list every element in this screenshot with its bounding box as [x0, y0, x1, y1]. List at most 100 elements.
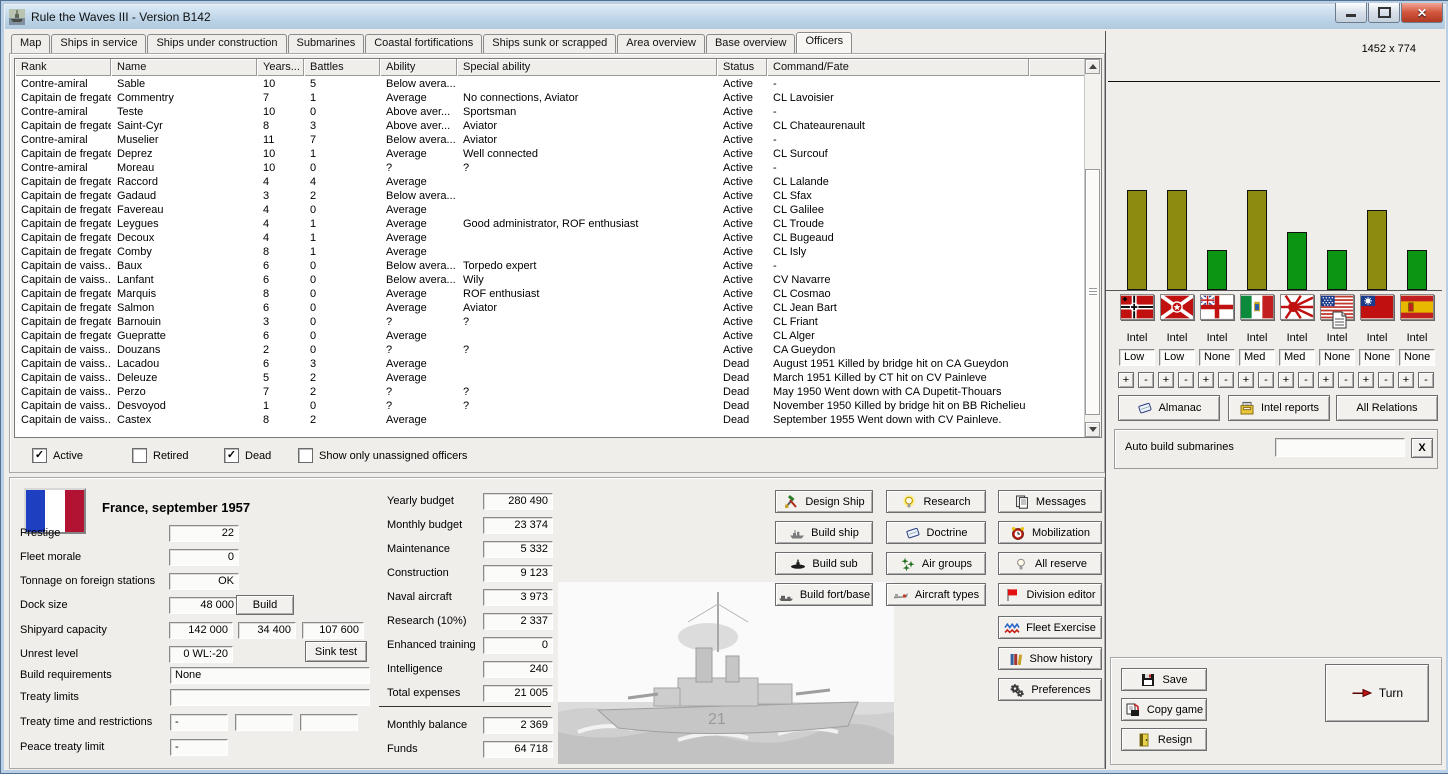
- tab-officers[interactable]: Officers: [796, 32, 852, 55]
- column-header-3[interactable]: Battles: [304, 59, 380, 76]
- table-row[interactable]: Capitain de fregateLeygues41AverageGood …: [15, 217, 1085, 231]
- all-relations-button[interactable]: All Relations: [1336, 395, 1438, 421]
- tab-coastal-fortifications[interactable]: Coastal fortifications: [365, 34, 482, 54]
- italy-flag-icon[interactable]: [1240, 294, 1274, 320]
- design-ship-button[interactable]: Design Ship: [775, 490, 873, 513]
- build-fort-base-button[interactable]: Build fort/base: [775, 583, 873, 606]
- table-row[interactable]: Capitain de fregateGuepratte60AverageAct…: [15, 329, 1085, 343]
- table-row[interactable]: Contre-amiralMuselier117Below avera...Av…: [15, 133, 1085, 147]
- build-ship-button[interactable]: Build ship: [775, 521, 873, 544]
- intel-decrease-button[interactable]: -: [1418, 372, 1434, 388]
- table-row[interactable]: Capitain de fregateDeprez101AverageWell …: [15, 147, 1085, 161]
- table-row[interactable]: Capitain de fregateDecoux41AverageActive…: [15, 231, 1085, 245]
- column-header-5[interactable]: Special ability: [457, 59, 717, 76]
- tab-ships-under-construction[interactable]: Ships under construction: [147, 34, 286, 54]
- intel-decrease-button[interactable]: -: [1138, 372, 1154, 388]
- research-button[interactable]: Research: [886, 490, 986, 513]
- maximize-button[interactable]: [1368, 3, 1400, 23]
- checkbox-checked[interactable]: ✓: [32, 448, 47, 463]
- checkbox-unchecked[interactable]: [298, 448, 313, 463]
- air-groups-button[interactable]: Air groups: [886, 552, 986, 575]
- table-row[interactable]: Capitain de fregateSaint-Cyr83Above aver…: [15, 119, 1085, 133]
- intel-increase-button[interactable]: +: [1398, 372, 1414, 388]
- table-row[interactable]: Capitain de vaiss...Desvoyod10??DeadNove…: [15, 399, 1085, 413]
- table-row[interactable]: Capitain de fregateMarquis80AverageROF e…: [15, 287, 1085, 301]
- table-row[interactable]: Capitain de vaiss...Perzo72??DeadMay 195…: [15, 385, 1085, 399]
- scroll-down-button[interactable]: [1085, 422, 1100, 437]
- division-editor-button[interactable]: Division editor: [998, 583, 1102, 606]
- intel-increase-button[interactable]: +: [1278, 372, 1294, 388]
- table-row[interactable]: Capitain de vaiss...Lanfant60Below avera…: [15, 273, 1085, 287]
- turn-button[interactable]: Turn: [1325, 664, 1429, 722]
- column-header-0[interactable]: Rank: [15, 59, 111, 76]
- intel-increase-button[interactable]: +: [1118, 372, 1134, 388]
- china-flag-icon[interactable]: [1360, 294, 1394, 320]
- uk-flag-icon[interactable]: [1200, 294, 1234, 320]
- build-dock-button[interactable]: Build: [236, 595, 294, 615]
- russia-flag-icon[interactable]: [1160, 294, 1194, 320]
- table-row[interactable]: Capitain de fregateCommentry71AverageNo …: [15, 91, 1085, 105]
- auto-build-input[interactable]: [1275, 438, 1405, 457]
- table-row[interactable]: Capitain de fregateBarnouin30??ActiveCL …: [15, 315, 1085, 329]
- vertical-scrollbar[interactable]: [1084, 59, 1101, 437]
- tab-ships-in-service[interactable]: Ships in service: [51, 34, 146, 54]
- table-row[interactable]: Capitain de vaiss...Castex82AverageDeadS…: [15, 413, 1085, 427]
- messages-button[interactable]: Messages: [998, 490, 1102, 513]
- close-button[interactable]: ✕: [1401, 3, 1443, 23]
- show-history-button[interactable]: Show history: [998, 647, 1102, 670]
- tab-ships-sunk-or-scrapped[interactable]: Ships sunk or scrapped: [483, 34, 616, 54]
- preferences-button[interactable]: Preferences: [998, 678, 1102, 701]
- tab-area-overview[interactable]: Area overview: [617, 34, 705, 54]
- filter-active[interactable]: ✓Active: [32, 448, 83, 463]
- table-row[interactable]: Capitain de vaiss...Lacadou63AverageDead…: [15, 357, 1085, 371]
- almanac-button[interactable]: Almanac: [1118, 395, 1220, 421]
- tab-base-overview[interactable]: Base overview: [706, 34, 796, 54]
- column-header-6[interactable]: Status: [717, 59, 767, 76]
- minimize-button[interactable]: [1335, 3, 1367, 23]
- scroll-up-button[interactable]: [1085, 59, 1100, 74]
- intel-increase-button[interactable]: +: [1358, 372, 1374, 388]
- table-row[interactable]: Capitain de vaiss...Baux60Below avera...…: [15, 259, 1085, 273]
- checkbox-unchecked[interactable]: [132, 448, 147, 463]
- intel-increase-button[interactable]: +: [1198, 372, 1214, 388]
- table-row[interactable]: Contre-amiralSable105Below avera...Activ…: [15, 77, 1085, 91]
- germany-flag-icon[interactable]: [1120, 294, 1154, 320]
- fleet-exercise-button[interactable]: Fleet Exercise: [998, 616, 1102, 639]
- intel-decrease-button[interactable]: -: [1178, 372, 1194, 388]
- build-sub-button[interactable]: Build sub: [775, 552, 873, 575]
- intel-decrease-button[interactable]: -: [1218, 372, 1234, 388]
- column-header-7[interactable]: Command/Fate: [767, 59, 1029, 76]
- filter-retired[interactable]: Retired: [132, 448, 188, 463]
- intel-decrease-button[interactable]: -: [1338, 372, 1354, 388]
- intel-decrease-button[interactable]: -: [1258, 372, 1274, 388]
- intel-increase-button[interactable]: +: [1318, 372, 1334, 388]
- table-row[interactable]: Capitain de vaiss...Deleuze52AverageDead…: [15, 371, 1085, 385]
- resign-button[interactable]: Resign: [1121, 728, 1207, 751]
- filter-dead[interactable]: ✓Dead: [224, 448, 271, 463]
- intel-report-doc-icon[interactable]: [1332, 311, 1347, 329]
- checkbox-checked[interactable]: ✓: [224, 448, 239, 463]
- aircraft-types-button[interactable]: Aircraft types: [886, 583, 986, 606]
- intel-decrease-button[interactable]: -: [1298, 372, 1314, 388]
- tab-submarines[interactable]: Submarines: [288, 34, 365, 54]
- filter-show-only-unassigned-officers[interactable]: Show only unassigned officers: [298, 448, 467, 463]
- copy-game-button[interactable]: Copy game: [1121, 698, 1207, 721]
- intel-increase-button[interactable]: +: [1158, 372, 1174, 388]
- intel-reports-button[interactable]: Intel reports: [1228, 395, 1330, 421]
- table-row[interactable]: Capitain de fregateRaccord44AverageActiv…: [15, 175, 1085, 189]
- spain-flag-icon[interactable]: [1400, 294, 1434, 320]
- save-button[interactable]: Save: [1121, 668, 1207, 691]
- intel-decrease-button[interactable]: -: [1378, 372, 1394, 388]
- table-row[interactable]: Capitain de fregateGadaud32Below avera..…: [15, 189, 1085, 203]
- table-row[interactable]: Capitain de fregateSalmon60AverageAviato…: [15, 301, 1085, 315]
- table-row[interactable]: Contre-amiralTeste100Above aver...Sports…: [15, 105, 1085, 119]
- auto-build-close-button[interactable]: X: [1411, 438, 1433, 458]
- column-header-2[interactable]: Years...: [257, 59, 304, 76]
- column-header-4[interactable]: Ability: [380, 59, 457, 76]
- doctrine-button[interactable]: Doctrine: [886, 521, 986, 544]
- sink-test-button[interactable]: Sink test: [305, 641, 367, 662]
- table-row[interactable]: Contre-amiralMoreau100??Active-: [15, 161, 1085, 175]
- table-row[interactable]: Capitain de vaiss...Douzans20??ActiveCA …: [15, 343, 1085, 357]
- scrollbar-thumb[interactable]: [1085, 169, 1100, 415]
- all-reserve-button[interactable]: All reserve: [998, 552, 1102, 575]
